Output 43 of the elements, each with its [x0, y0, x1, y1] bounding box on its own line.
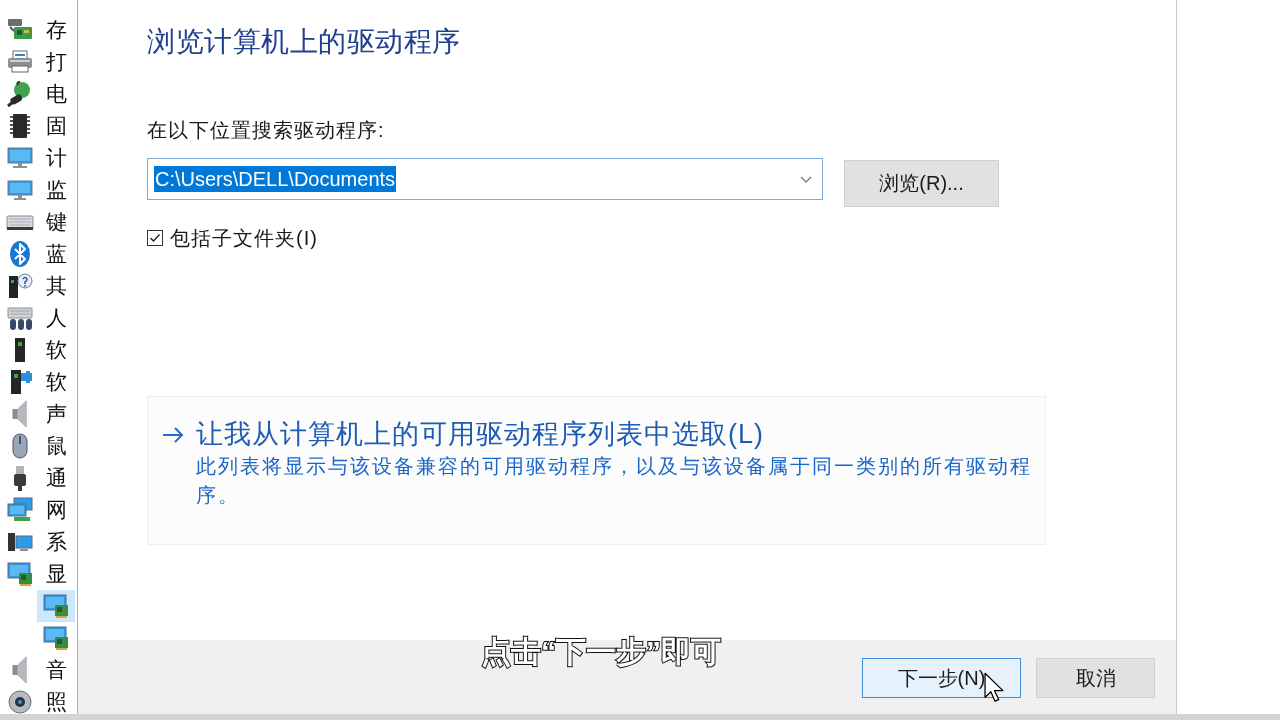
tree-item-label[interactable]: 存	[46, 17, 67, 43]
printer-icon	[6, 48, 34, 76]
tree-item-label[interactable]: 鼠	[46, 433, 67, 459]
video-caption: 点击“下一步”即可	[481, 634, 721, 671]
browse-button[interactable]: 浏览(R)...	[844, 160, 999, 207]
tree-item-label[interactable]: 软	[46, 369, 67, 395]
tree-item-label[interactable]: 音	[46, 657, 67, 683]
display-card-icon	[6, 560, 34, 588]
chevron-down-icon	[800, 175, 812, 183]
tree-item-label[interactable]: 通	[46, 465, 67, 491]
tree-item-label[interactable]: 其	[46, 273, 67, 299]
keyboard-mouse-icon	[6, 304, 34, 332]
dialog-title: 浏览计算机上的驱动程序	[147, 26, 461, 58]
option-description: 此列表将显示与该设备兼容的可用驱动程序，以及与该设备属于同一类别的所有驱动程序。	[196, 454, 1033, 508]
tree-item-label[interactable]: 固	[46, 113, 67, 139]
path-combobox[interactable]: C:\Users\DELL\Documents	[147, 158, 823, 200]
tree-item-label[interactable]: 软	[46, 337, 67, 363]
next-button[interactable]: 下一步(N)	[862, 658, 1021, 698]
checkbox-label: 包括子文件夹(I)	[170, 226, 318, 250]
arrow-right-icon	[162, 427, 184, 443]
speaker-icon	[12, 656, 28, 684]
tree-item-label[interactable]: 照	[46, 689, 67, 714]
tree-item-label[interactable]: 显	[46, 561, 67, 587]
tree-item-label[interactable]: 蓝	[46, 241, 67, 267]
tree-item-label[interactable]: 计	[46, 145, 67, 171]
display-card-icon[interactable]	[37, 590, 75, 622]
tree-item-label[interactable]: 声	[46, 401, 67, 427]
tree-item-label[interactable]: 网	[46, 497, 67, 523]
tree-item-label[interactable]: 人	[46, 305, 67, 331]
cursor-icon	[984, 672, 1005, 703]
driver-list-link[interactable]: 让我从计算机上的可用驱动程序列表中选取(L)	[196, 419, 764, 449]
checkbox[interactable]	[147, 230, 163, 246]
tree-item-label[interactable]: 监	[46, 177, 67, 203]
webcam-icon	[6, 688, 34, 714]
tree-item-label[interactable]: 打	[46, 49, 67, 75]
tree-item-label[interactable]: 电	[46, 81, 67, 107]
two-monitors-icon	[6, 496, 34, 524]
cancel-button[interactable]: 取消	[1036, 658, 1155, 698]
tree-item-label[interactable]: 系	[46, 529, 67, 555]
question-device-icon	[6, 272, 34, 300]
tree-item-label[interactable]: 键	[46, 209, 67, 235]
speaker-icon	[12, 400, 28, 428]
search-location-label: 在以下位置搜索驱动程序:	[147, 118, 385, 142]
